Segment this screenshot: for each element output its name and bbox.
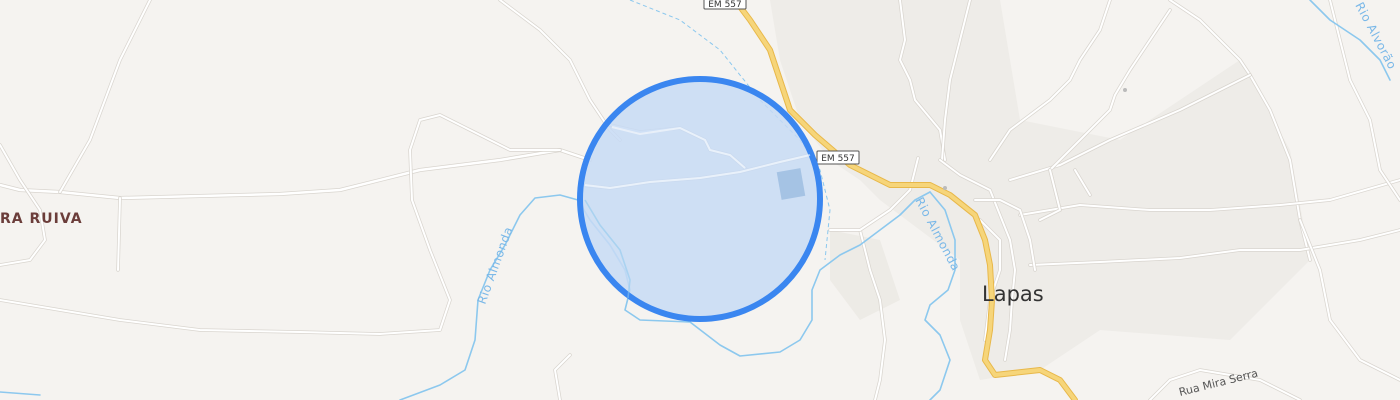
poi-dot [1123,88,1127,92]
svg-text:EM 557: EM 557 [821,154,855,164]
road-shield-em557-mid: EM 557 [816,150,860,165]
map-layer: Rio Almonda Rio Almonda Rio Alvorão EM 5… [0,0,1400,400]
poi-dot [943,186,947,190]
map-canvas[interactable]: Rio Almonda Rio Almonda Rio Alvorão EM 5… [0,0,1400,400]
road-shield-em557-top: EM 557 [703,0,747,10]
place-label-ruiva: RA RUIVA [0,211,83,227]
svg-text:EM 557: EM 557 [708,0,742,10]
place-label-lapas: Lapas [982,282,1044,306]
